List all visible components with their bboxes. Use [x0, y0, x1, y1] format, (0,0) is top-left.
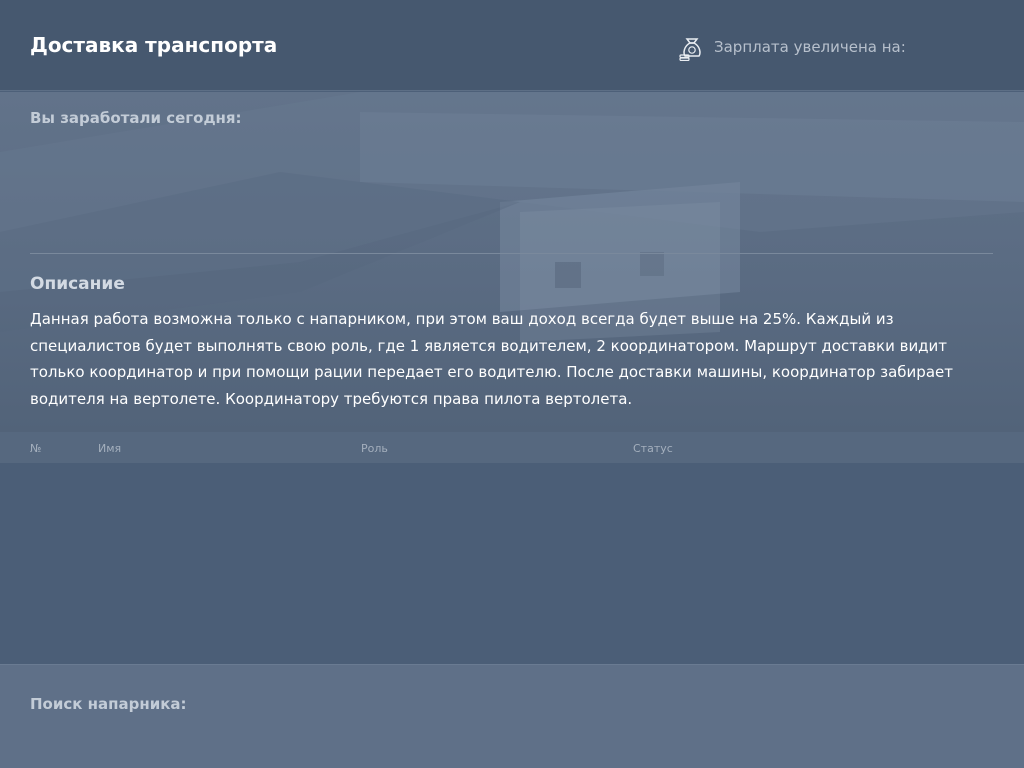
page-title: Доставка транспорта: [30, 33, 278, 57]
column-name: Имя: [98, 442, 122, 455]
divider: [30, 253, 993, 254]
partner-search-panel: Поиск напарника:: [0, 664, 1024, 768]
table-header: № Имя Роль Статус: [0, 432, 1024, 463]
earned-today-label: Вы заработали сегодня:: [30, 109, 242, 127]
partners-table-body[interactable]: [0, 463, 1024, 664]
description-title: Описание: [30, 274, 125, 294]
partner-search-label: Поиск напарника:: [30, 695, 187, 713]
column-number: №: [30, 442, 42, 455]
salary-label: Зарплата увеличена на:: [714, 38, 906, 56]
description-text: Данная работа возможна только с напарник…: [30, 310, 953, 408]
column-status: Статус: [633, 442, 673, 455]
salary-increase: Зарплата увеличена на:: [678, 33, 906, 61]
info-panel: Вы заработали сегодня: Описание Данная р…: [0, 92, 1024, 432]
money-bag-icon: [678, 33, 706, 61]
header: Доставка транспорта Зарплата увеличена н…: [0, 0, 1024, 91]
column-role: Роль: [361, 442, 388, 455]
